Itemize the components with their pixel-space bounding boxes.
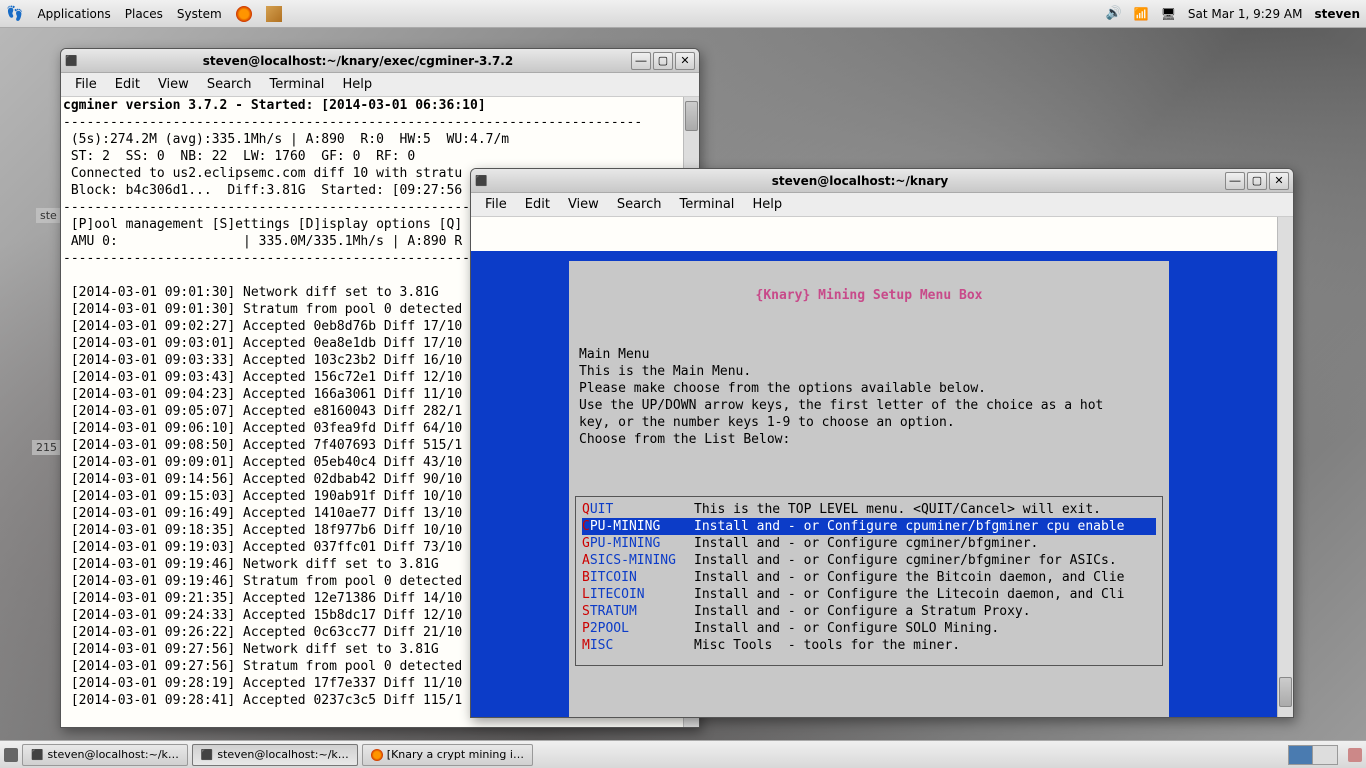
workspace-2[interactable] — [1313, 746, 1337, 764]
close-button[interactable]: ✕ — [675, 52, 695, 70]
bottom-panel: steven@localhost:~/k… steven@localhost:~… — [0, 740, 1366, 768]
taskbar-button[interactable]: steven@localhost:~/k… — [22, 744, 188, 766]
minimize-button[interactable]: — — [1225, 172, 1245, 190]
menu-item-asics-mining[interactable]: ASICS-MININGInstall and - or Configure c… — [582, 552, 1156, 569]
display-icon[interactable] — [1161, 7, 1176, 21]
menu-view[interactable]: View — [560, 195, 607, 214]
show-desktop-icon[interactable] — [4, 748, 18, 762]
package-manager-icon[interactable] — [266, 6, 282, 22]
menu-item-p2pool[interactable]: P2POOLInstall and - or Configure SOLO Mi… — [582, 620, 1156, 637]
network-icon[interactable] — [1134, 7, 1149, 21]
menu-item-cpu-mining[interactable]: CPU-MININGInstall and - or Configure cpu… — [582, 518, 1156, 535]
close-button[interactable]: ✕ — [1269, 172, 1289, 190]
menu-file[interactable]: File — [67, 75, 105, 94]
menubar: File Edit View Search Terminal Help — [61, 73, 699, 97]
titlebar[interactable]: steven@localhost:~/knary — ▢ ✕ — [471, 169, 1293, 193]
scrollbar[interactable] — [1277, 217, 1293, 717]
terminal-icon — [65, 53, 81, 69]
terminal-window-knary[interactable]: steven@localhost:~/knary — ▢ ✕ File Edit… — [470, 168, 1294, 718]
minimize-button[interactable]: — — [631, 52, 651, 70]
menu-help[interactable]: Help — [744, 195, 790, 214]
menu-search[interactable]: Search — [199, 75, 260, 94]
menu-item-litecoin[interactable]: LITECOINInstall and - or Configure the L… — [582, 586, 1156, 603]
dialog-menu-list[interactable]: QUITThis is the TOP LEVEL menu. <QUIT/Ca… — [575, 496, 1163, 666]
scroll-thumb[interactable] — [685, 101, 698, 131]
gnome-menu-icon[interactable]: 👣 — [6, 6, 23, 22]
user-menu[interactable]: steven — [1314, 7, 1360, 21]
firefox-launcher-icon[interactable] — [236, 6, 252, 22]
menu-help[interactable]: Help — [334, 75, 380, 94]
window-title: steven@localhost:~/knary/exec/cgminer-3.… — [85, 54, 631, 68]
menu-edit[interactable]: Edit — [107, 75, 148, 94]
applications-menu[interactable]: Applications — [37, 7, 110, 21]
menu-item-misc[interactable]: MISCMisc Tools - tools for the miner. — [582, 637, 1156, 654]
clock[interactable]: Sat Mar 1, 9:29 AM — [1188, 7, 1303, 21]
menu-item-bitcoin[interactable]: BITCOINInstall and - or Configure the Bi… — [582, 569, 1156, 586]
window-title: steven@localhost:~/knary — [495, 174, 1225, 188]
menu-terminal[interactable]: Terminal — [671, 195, 742, 214]
desktop-icon-label[interactable]: ste — [36, 208, 61, 223]
menu-file[interactable]: File — [477, 195, 515, 214]
menu-item-gpu-mining[interactable]: GPU-MININGInstall and - or Configure cgm… — [582, 535, 1156, 552]
menu-view[interactable]: View — [150, 75, 197, 94]
taskbar-button[interactable]: [Knary a crypt mining i… — [362, 744, 533, 766]
scroll-thumb[interactable] — [1279, 677, 1292, 707]
menu-edit[interactable]: Edit — [517, 195, 558, 214]
dialog-intro: Main Menu This is the Main Menu. Please … — [569, 346, 1169, 456]
dialog-title: {Knary} Mining Setup Menu Box — [569, 287, 1169, 304]
menubar: File Edit View Search Terminal Help — [471, 193, 1293, 217]
task-label: steven@localhost:~/k… — [47, 748, 178, 761]
terminal-output[interactable]: {Knary} Mining Setup Menu Box Main Menu … — [471, 217, 1277, 717]
system-menu[interactable]: System — [177, 7, 222, 21]
menu-search[interactable]: Search — [609, 195, 670, 214]
desktop-icon-label[interactable]: 215 — [32, 440, 61, 455]
maximize-button[interactable]: ▢ — [1247, 172, 1267, 190]
task-label: steven@localhost:~/k… — [217, 748, 348, 761]
task-label: [Knary a crypt mining i… — [387, 748, 524, 761]
maximize-button[interactable]: ▢ — [653, 52, 673, 70]
menu-item-quit[interactable]: QUITThis is the TOP LEVEL menu. <QUIT/Ca… — [582, 501, 1156, 518]
workspace-1[interactable] — [1289, 746, 1313, 764]
menu-item-stratum[interactable]: STRATUMInstall and - or Configure a Stra… — [582, 603, 1156, 620]
taskbar-button[interactable]: steven@localhost:~/k… — [192, 744, 358, 766]
terminal-icon — [475, 173, 491, 189]
terminal-icon — [201, 748, 213, 761]
titlebar[interactable]: steven@localhost:~/knary/exec/cgminer-3.… — [61, 49, 699, 73]
places-menu[interactable]: Places — [125, 7, 163, 21]
firefox-icon — [371, 749, 383, 761]
dialog-box: {Knary} Mining Setup Menu Box Main Menu … — [569, 261, 1169, 717]
top-panel: 👣 Applications Places System Sat Mar 1, … — [0, 0, 1366, 28]
trash-icon[interactable] — [1348, 748, 1362, 762]
volume-icon[interactable] — [1106, 6, 1122, 21]
menu-terminal[interactable]: Terminal — [261, 75, 332, 94]
terminal-icon — [31, 748, 43, 761]
workspace-switcher[interactable] — [1288, 745, 1338, 765]
